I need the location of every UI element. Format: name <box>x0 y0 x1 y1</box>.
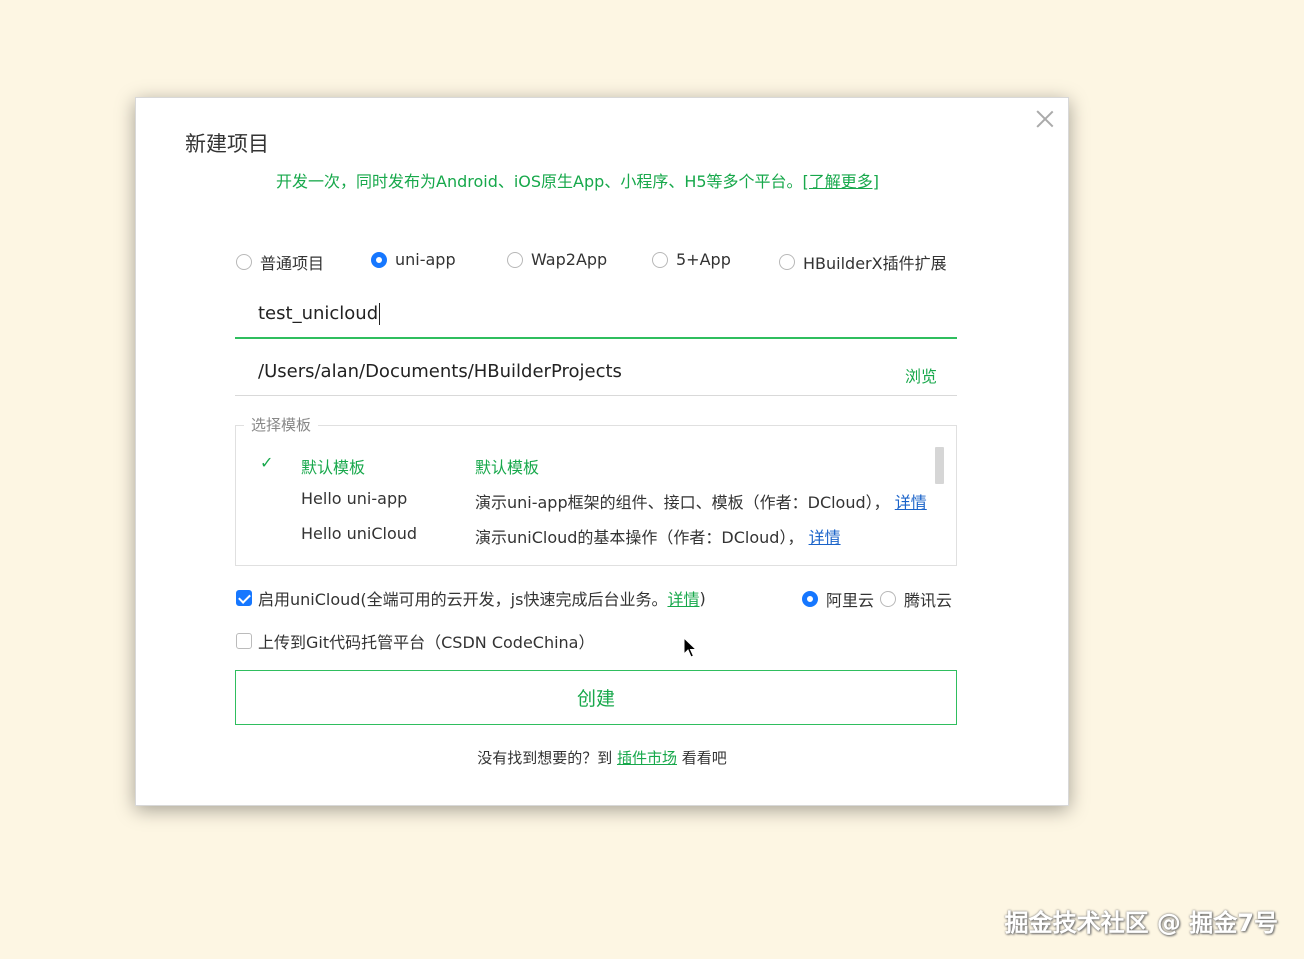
mouse-cursor-icon <box>683 637 697 658</box>
project-type-wap2app[interactable]: Wap2App <box>507 250 607 269</box>
project-type-hbuilderx-plugin[interactable]: HBuilderX插件扩展 <box>779 250 947 274</box>
template-desc: 默认模板 <box>475 458 540 477</box>
create-button[interactable]: 创建 <box>235 670 957 725</box>
project-type-label: 普通项目 <box>260 254 325 273</box>
project-type-normal[interactable]: 普通项目 <box>236 250 324 274</box>
radio-aliyun[interactable] <box>802 591 818 607</box>
footer-text: 没有找到想要的？到 插件市场 看看吧 <box>136 747 1068 768</box>
template-desc: 演示uni-app框架的组件、接口、模板（作者：DCloud）， 详情 <box>475 489 927 513</box>
unicloud-label: 启用uniCloud(全端可用的云开发，js快速完成后台业务。 <box>258 590 668 609</box>
browse-button[interactable]: 浏览 <box>905 363 937 387</box>
git-checkbox[interactable] <box>236 633 252 649</box>
provider-aliyun-label: 阿里云 <box>826 591 875 610</box>
radio-uni-app[interactable] <box>371 251 387 268</box>
dialog-subtitle: 开发一次，同时发布为Android、iOS原生App、小程序、H5等多个平台。[… <box>276 168 879 192</box>
template-detail-link[interactable]: 详情 <box>809 528 841 547</box>
project-name-value: test_unicloud <box>258 303 379 324</box>
project-type-group: 普通项目 uni-app Wap2App 5+App HBuilderX插件扩展 <box>236 250 976 276</box>
template-row-default[interactable]: ✓ 默认模板 默认模板 <box>236 451 956 481</box>
radio-wap2app[interactable] <box>507 251 523 268</box>
project-name-field[interactable]: test_unicloud <box>235 295 957 339</box>
unicloud-detail-link[interactable]: 详情 <box>667 586 699 610</box>
template-desc-text: 演示uniCloud的基本操作（作者：DCloud）， <box>475 528 804 547</box>
text-caret <box>379 303 381 325</box>
radio-5plus-app[interactable] <box>652 251 668 268</box>
provider-tencent-label: 腾讯云 <box>904 591 953 610</box>
dialog-title: 新建项目 <box>185 132 269 156</box>
project-type-uni-app[interactable]: uni-app <box>371 250 456 269</box>
new-project-dialog: 新建项目 开发一次，同时发布为Android、iOS原生App、小程序、H5等多… <box>135 97 1069 806</box>
close-icon[interactable] <box>1034 108 1056 130</box>
cloud-provider-group: 阿里云 腾讯云 <box>802 587 952 611</box>
project-type-5plus-app[interactable]: 5+App <box>652 250 731 269</box>
git-label: 上传到Git代码托管平台（CSDN CodeChina） <box>258 633 595 652</box>
project-type-label: HBuilderX插件扩展 <box>803 254 947 273</box>
unicloud-option[interactable]: 启用uniCloud(全端可用的云开发，js快速完成后台业务。 详情) <box>236 586 706 610</box>
footer-after: 看看吧 <box>681 749 727 767</box>
template-detail-link[interactable]: 详情 <box>895 493 927 512</box>
check-icon: ✓ <box>260 453 274 472</box>
project-type-label: Wap2App <box>531 250 608 269</box>
footer-before: 没有找到想要的？到 <box>477 749 613 767</box>
template-name: Hello uni-app <box>301 489 408 508</box>
radio-tencent[interactable] <box>880 591 897 607</box>
template-name: Hello uniCloud <box>301 524 418 543</box>
project-path-field[interactable]: /Users/alan/Documents/HBuilderProjects 浏… <box>235 353 957 396</box>
radio-hbuilderx-plugin[interactable] <box>779 254 795 270</box>
template-legend: 选择模板 <box>249 414 314 435</box>
template-selector: 选择模板 ✓ 默认模板 默认模板 Hello uni-app 演示uni-app… <box>235 414 957 566</box>
unicloud-label-end: ) <box>699 588 706 608</box>
git-option[interactable]: 上传到Git代码托管平台（CSDN CodeChina） <box>236 629 595 653</box>
template-desc-text: 演示uni-app框架的组件、接口、模板（作者：DCloud）， <box>475 493 890 512</box>
plugin-market-link[interactable]: 插件市场 <box>617 749 677 767</box>
project-type-label: 5+App <box>676 250 731 269</box>
subtitle-text: 开发一次，同时发布为Android、iOS原生App、小程序、H5等多个平台。 <box>276 172 803 191</box>
watermark: 掘金技术社区 @ 掘金7号 <box>1004 909 1278 937</box>
radio-normal[interactable] <box>236 254 252 270</box>
unicloud-checkbox[interactable] <box>236 590 252 606</box>
project-type-label: uni-app <box>395 250 456 269</box>
project-name-input[interactable]: test_unicloud <box>258 303 381 325</box>
template-row-hello-unicloud[interactable]: Hello uniCloud 演示uniCloud的基本操作（作者：DCloud… <box>236 521 956 551</box>
template-scrollbar[interactable] <box>935 447 944 484</box>
template-name: 默认模板 <box>301 458 366 477</box>
learn-more-link[interactable]: [了解更多] <box>803 172 880 191</box>
template-row-hello-uni-app[interactable]: Hello uni-app 演示uni-app框架的组件、接口、模板（作者：DC… <box>236 486 956 516</box>
project-path-input[interactable]: /Users/alan/Documents/HBuilderProjects <box>258 361 622 382</box>
template-desc: 演示uniCloud的基本操作（作者：DCloud）， 详情 <box>475 524 927 548</box>
